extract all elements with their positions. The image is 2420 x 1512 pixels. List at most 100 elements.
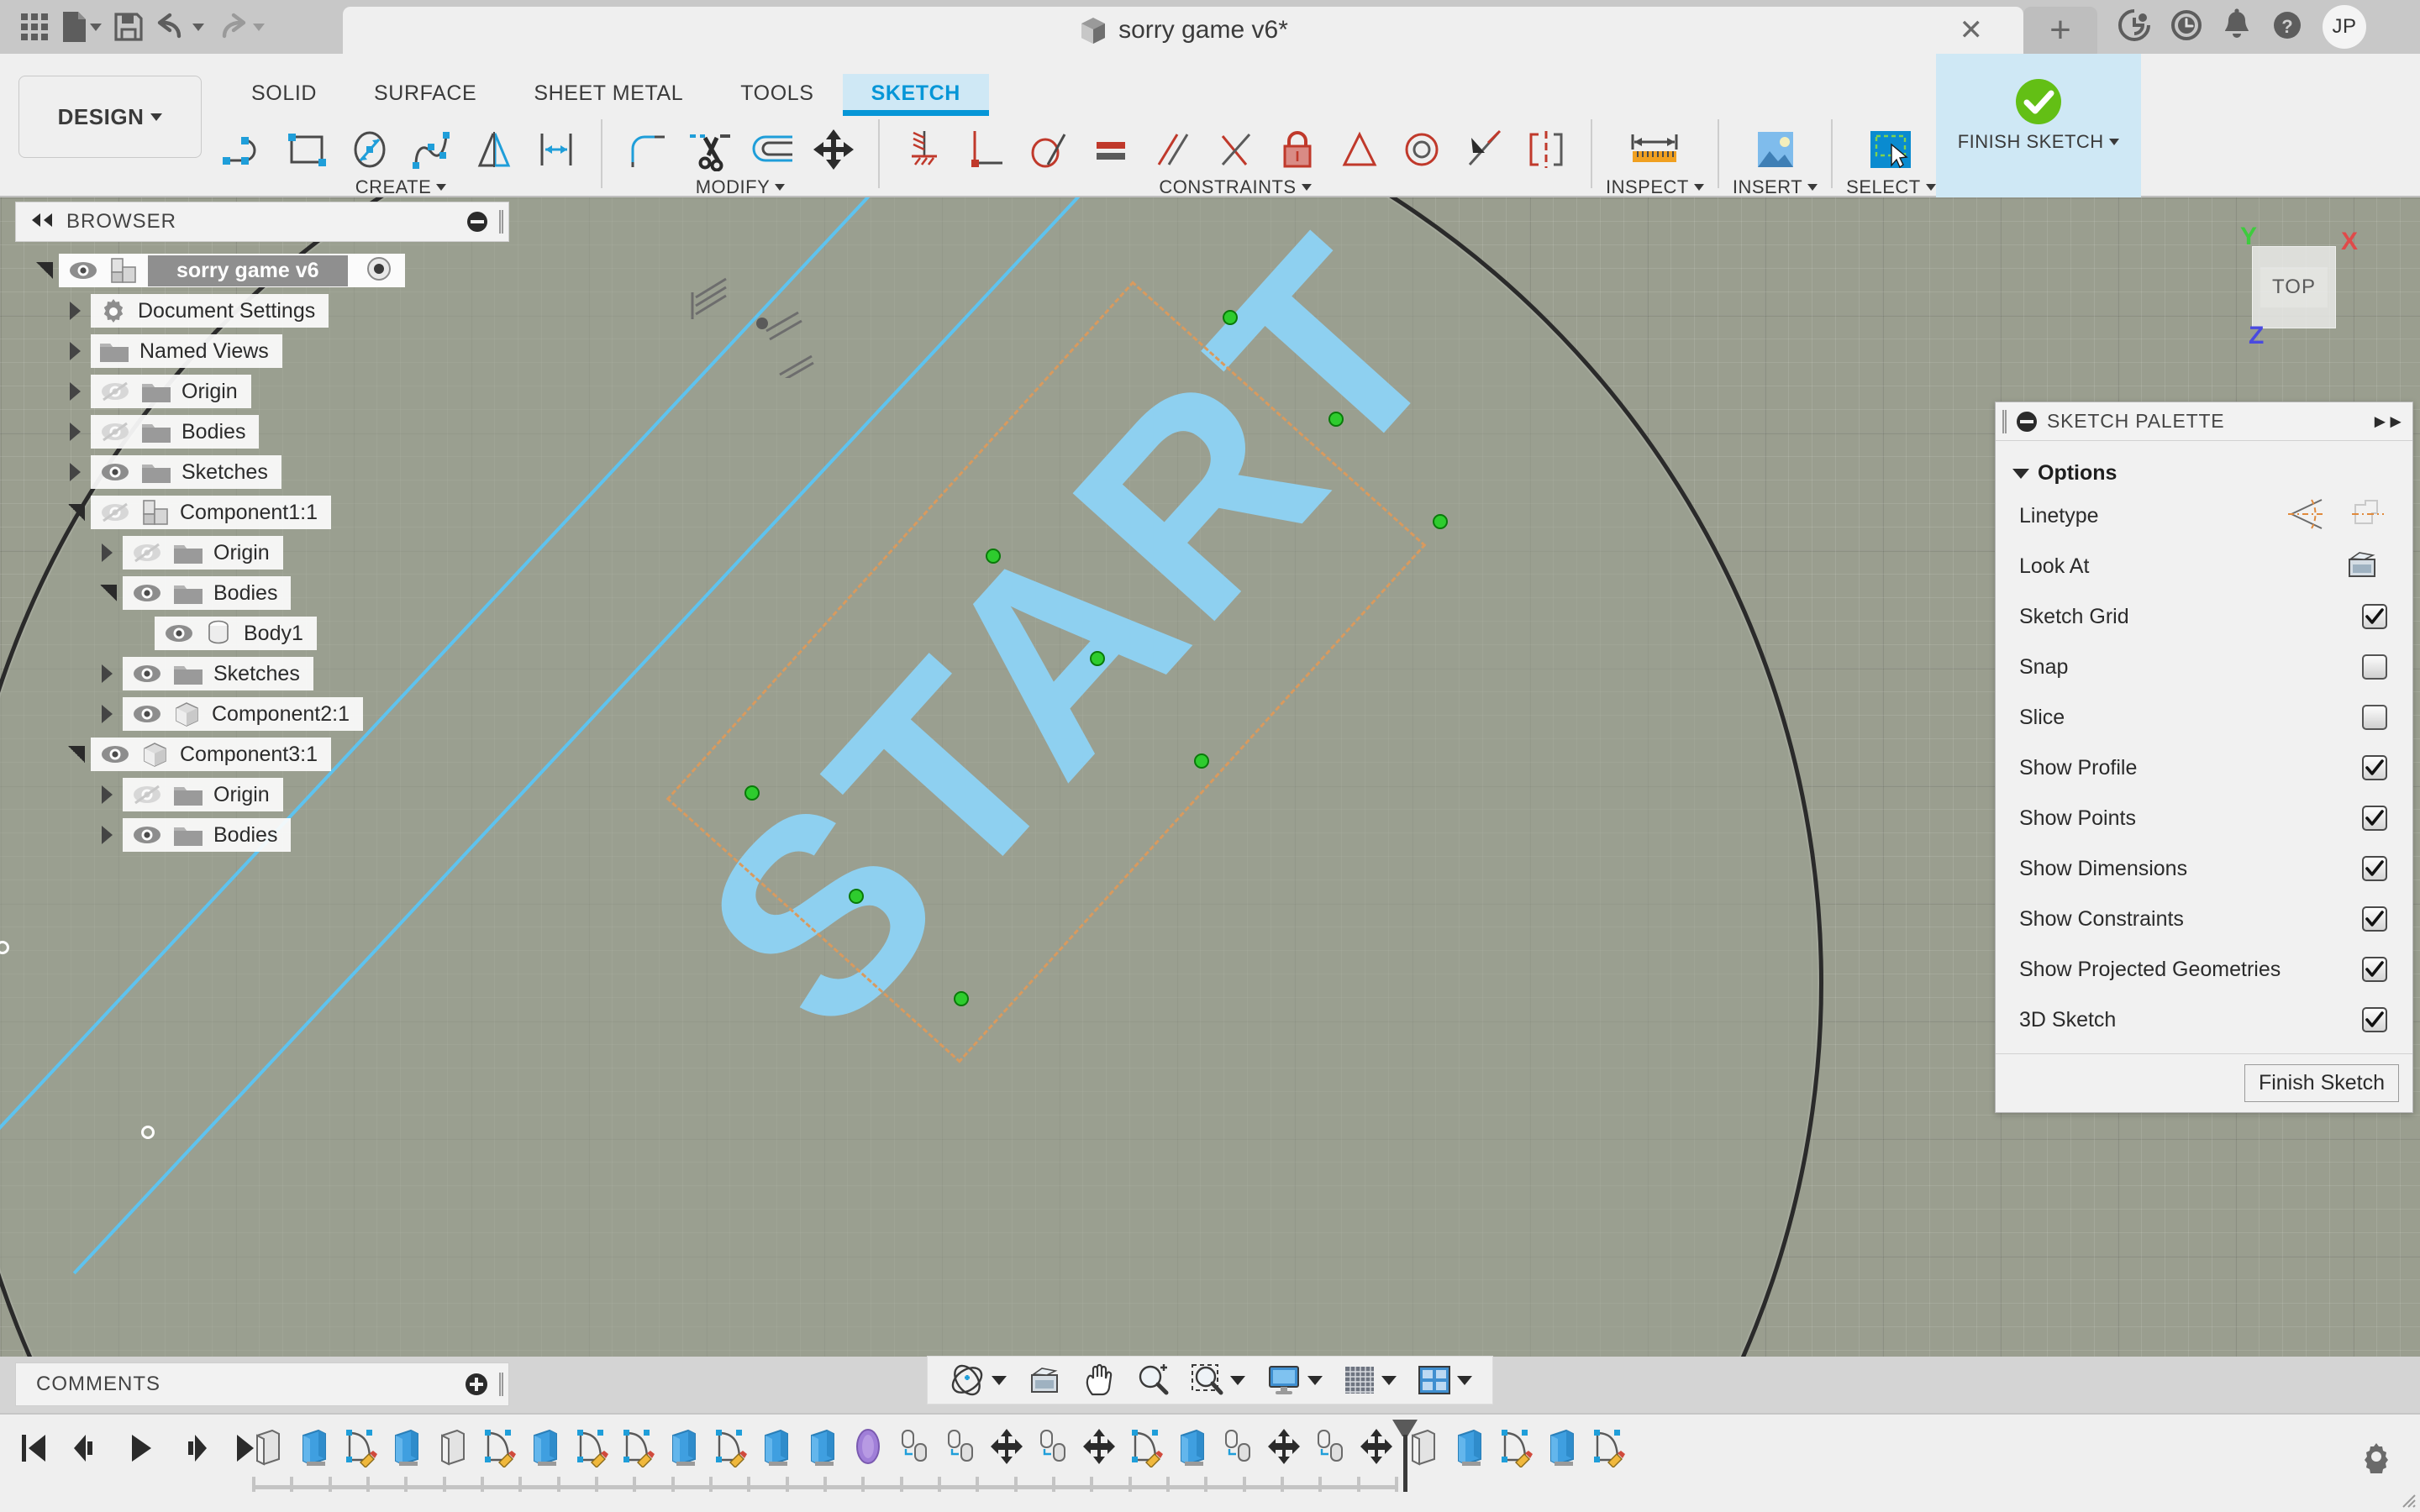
checkbox-show-points[interactable]: [2362, 806, 2387, 831]
eye-hidden-icon[interactable]: [131, 784, 163, 806]
tree-node-chip[interactable]: Bodies: [123, 818, 292, 852]
checkbox-snap[interactable]: [2362, 654, 2387, 680]
palette-row-show-profile[interactable]: Show Profile: [1996, 743, 2412, 793]
tree-node-chip[interactable]: Component1:1: [91, 496, 332, 529]
tree-node-sketches[interactable]: Sketches: [15, 654, 509, 694]
timeline-feature-align[interactable]: [1218, 1423, 1257, 1470]
chevron-down-icon[interactable]: [62, 504, 91, 521]
timeline-feature-extrude-blue[interactable]: [664, 1423, 702, 1470]
chevron-right-icon[interactable]: [94, 785, 123, 804]
palette-row-slice[interactable]: Slice: [1996, 692, 2412, 743]
zoom-icon[interactable]: [1128, 1356, 1178, 1404]
midpoint-constraint-icon[interactable]: [1204, 120, 1266, 179]
checkbox-show-projected-geometries[interactable]: [2362, 957, 2387, 982]
timeline-feature-revolve-purple[interactable]: [849, 1423, 887, 1470]
tree-node-chip[interactable]: Sketches: [91, 455, 281, 489]
timeline-feature-move[interactable]: [1080, 1423, 1118, 1470]
tree-node-chip[interactable]: Component3:1: [91, 738, 332, 771]
tree-node-chip[interactable]: Origin: [123, 536, 283, 570]
chevron-down-icon[interactable]: [30, 262, 59, 279]
checkbox-show-dimensions[interactable]: [2362, 856, 2387, 881]
chevron-right-icon[interactable]: [94, 543, 123, 562]
eye-hidden-icon[interactable]: [131, 542, 163, 564]
collapse-panel-icon[interactable]: ►►: [2370, 411, 2405, 433]
document-tab[interactable]: sorry game v6* ✕: [343, 7, 2023, 54]
timeline-feature-extrude-blue[interactable]: [802, 1423, 841, 1470]
tree-node-chip[interactable]: Body1: [155, 617, 317, 650]
panel-resize-grip[interactable]: [499, 210, 503, 234]
circle-tool-icon[interactable]: [339, 120, 401, 179]
palette-row-show-projected-geometries[interactable]: Show Projected Geometries: [1996, 944, 2412, 995]
redo-icon[interactable]: [212, 8, 269, 46]
timeline-feature-align[interactable]: [895, 1423, 934, 1470]
sketch-point[interactable]: [1328, 412, 1344, 427]
sketch-point[interactable]: [1223, 310, 1238, 325]
file-icon[interactable]: [57, 8, 106, 46]
parallel-constraint-icon[interactable]: [1142, 120, 1204, 179]
tree-node-sorry-game-v6[interactable]: sorry game v6: [15, 250, 509, 291]
checkbox-show-constraints[interactable]: [2362, 906, 2387, 932]
timeline-feature-sketch[interactable]: [1126, 1423, 1165, 1470]
chevron-right-icon[interactable]: [62, 302, 91, 320]
eye-visible-icon[interactable]: [131, 703, 163, 725]
tree-node-component3-1[interactable]: Component3:1: [15, 734, 509, 774]
timeline-feature-sketch[interactable]: [1588, 1423, 1627, 1470]
timeline-feature-align[interactable]: [1034, 1423, 1072, 1470]
tree-node-chip[interactable]: Bodies: [91, 415, 260, 449]
timeline-feature-sketch[interactable]: [710, 1423, 749, 1470]
notifications-icon[interactable]: [2222, 8, 2252, 46]
timeline-feature-extrude-blue[interactable]: [525, 1423, 564, 1470]
look-at-icon[interactable]: [2345, 549, 2381, 585]
palette-row-show-points[interactable]: Show Points: [1996, 793, 2412, 843]
timeline-feature-extrude-blue[interactable]: [1172, 1423, 1211, 1470]
tree-node-origin[interactable]: Origin: [15, 371, 509, 412]
ribbon-group-label-create[interactable]: CREATE: [355, 176, 447, 198]
tab-sheet-metal[interactable]: SHEET METAL: [505, 74, 712, 113]
tab-tools[interactable]: TOOLS: [712, 74, 842, 113]
timeline-feature-body-grey[interactable]: [248, 1423, 287, 1470]
timeline-feature-align[interactable]: [941, 1423, 980, 1470]
tree-node-chip[interactable]: Document Settings: [91, 294, 329, 328]
tab-sketch[interactable]: SKETCH: [842, 74, 990, 116]
step-back-icon[interactable]: [69, 1430, 106, 1467]
viewports-icon[interactable]: [1408, 1356, 1481, 1404]
look-at-icon[interactable]: [1018, 1356, 1071, 1404]
eye-visible-icon[interactable]: [131, 582, 163, 604]
ribbon-group-label-modify[interactable]: MODIFY: [696, 176, 786, 198]
chevron-right-icon[interactable]: [62, 382, 91, 401]
sketch-point[interactable]: [1433, 514, 1448, 529]
chevron-down-icon[interactable]: [62, 746, 91, 763]
eye-visible-icon[interactable]: [131, 824, 163, 846]
tree-node-chip[interactable]: Origin: [91, 375, 251, 408]
timeline-feature-extrude-blue[interactable]: [756, 1423, 795, 1470]
chevron-right-icon[interactable]: [94, 664, 123, 683]
avatar[interactable]: JP: [2323, 5, 2366, 49]
eye-visible-icon[interactable]: [163, 622, 195, 644]
concentric-constraint-icon[interactable]: [1391, 120, 1453, 179]
finish-sketch-check-icon[interactable]: [2007, 69, 2070, 134]
offset-tool-icon[interactable]: [740, 120, 802, 179]
tree-node-named-views[interactable]: Named Views: [15, 331, 509, 371]
timeline-feature-sketch[interactable]: [340, 1423, 379, 1470]
finish-sketch-button[interactable]: Finish Sketch: [2244, 1064, 2399, 1102]
panel-resize-grip[interactable]: [499, 1373, 503, 1396]
centerline-linetype-icon[interactable]: [2349, 496, 2387, 536]
go-to-beginning-icon[interactable]: [15, 1430, 52, 1467]
offset-create-tool-icon[interactable]: [525, 120, 587, 179]
tree-node-component2-1[interactable]: Component2:1: [15, 694, 509, 734]
constraint-glyph-group[interactable]: [689, 269, 857, 378]
tree-node-chip[interactable]: Named Views: [91, 334, 282, 368]
ribbon-group-label-inspect[interactable]: INSPECT: [1606, 176, 1704, 198]
timeline-track[interactable]: [252, 1477, 1398, 1492]
tab-solid[interactable]: SOLID: [223, 74, 345, 113]
tree-node-document-settings[interactable]: Document Settings: [15, 291, 509, 331]
timeline-end-marker[interactable]: [1391, 1418, 1419, 1494]
tree-node-origin[interactable]: Origin: [15, 533, 509, 573]
palette-row-look-at[interactable]: Look At: [1996, 541, 2412, 591]
step-forward-icon[interactable]: [176, 1430, 213, 1467]
tree-node-chip[interactable]: sorry game v6: [59, 254, 405, 287]
horizontal-vertical-constraint-icon[interactable]: [893, 120, 955, 179]
palette-row-sketch-grid[interactable]: Sketch Grid: [1996, 591, 2412, 642]
palette-section-options[interactable]: Options: [1996, 451, 2412, 491]
pan-icon[interactable]: [1074, 1356, 1124, 1404]
